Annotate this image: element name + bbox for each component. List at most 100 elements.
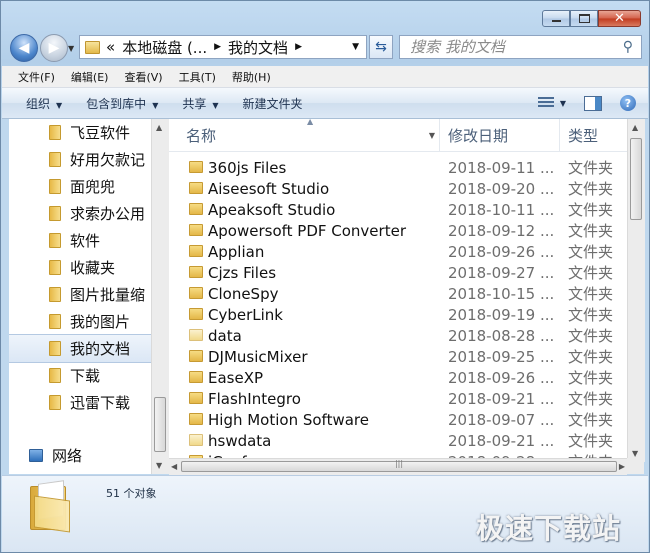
breadcrumb-local-disk[interactable]: 本地磁盘 (... bbox=[122, 37, 207, 58]
column-header-date[interactable]: 修改日期 bbox=[440, 119, 560, 151]
column-header-type[interactable]: 类型 bbox=[560, 119, 627, 151]
nav-item-software[interactable]: 软件 bbox=[9, 227, 151, 254]
new-folder-label: 新建文件夹 bbox=[242, 96, 303, 111]
nav-item-miandoudou[interactable]: 面兜兜 bbox=[9, 173, 151, 200]
share-button[interactable]: 共享 ▼ bbox=[170, 95, 230, 112]
nav-item-haoyong[interactable]: 好用欠款记 bbox=[9, 146, 151, 173]
scroll-left-icon[interactable]: ◀ bbox=[171, 462, 177, 471]
scroll-down-icon[interactable]: ▼ bbox=[156, 461, 162, 470]
forward-button[interactable]: ▶ bbox=[40, 34, 68, 62]
table-row[interactable]: Aiseesoft Studio 2018-09-20 ... 文件夹 bbox=[169, 178, 627, 199]
new-folder-button[interactable]: 新建文件夹 bbox=[231, 95, 315, 112]
organize-button[interactable]: 组织 ▼ bbox=[2, 95, 74, 112]
folder-icon bbox=[85, 40, 100, 54]
folder-icon bbox=[189, 392, 203, 404]
nav-item-image-resize[interactable]: 图片批量缩 bbox=[9, 281, 151, 308]
address-bar[interactable]: « 本地磁盘 (... ▶ 我的文档 ▶ ▼ bbox=[79, 35, 367, 59]
nav-item-xunlei[interactable]: 迅雷下载 bbox=[9, 389, 151, 416]
nav-item-label: 我的文档 bbox=[70, 340, 131, 358]
scroll-right-icon[interactable]: ▶ bbox=[619, 462, 625, 471]
include-in-library-button[interactable]: 包含到库中 ▼ bbox=[74, 95, 170, 112]
menu-help[interactable]: 帮助(H) bbox=[224, 69, 279, 85]
scroll-thumb[interactable] bbox=[154, 397, 166, 452]
menu-tools[interactable]: 工具(T) bbox=[171, 69, 224, 85]
address-overflow[interactable]: « bbox=[106, 38, 115, 56]
file-list-vertical-scrollbar[interactable]: ▲ ▼ bbox=[627, 119, 645, 462]
file-type: 文件夹 bbox=[568, 411, 614, 429]
nav-item-downloads[interactable]: 下载 bbox=[9, 362, 151, 389]
file-list-horizontal-scrollbar[interactable]: ◀ ▶ bbox=[169, 458, 627, 475]
scrollbar-corner bbox=[627, 458, 644, 474]
table-row[interactable]: Applian 2018-09-26 ... 文件夹 bbox=[169, 241, 627, 262]
close-button[interactable]: ✕ bbox=[598, 10, 641, 27]
table-row[interactable]: 360js Files 2018-09-11 ... 文件夹 bbox=[169, 157, 627, 178]
search-input[interactable] bbox=[400, 37, 623, 57]
column-header-name[interactable]: 名称 ▼ bbox=[169, 119, 440, 151]
nav-item-qiusuo[interactable]: 求索办公用 bbox=[9, 200, 151, 227]
file-modified-date: 2018-08-28 ... bbox=[448, 326, 555, 345]
table-row[interactable]: Cjzs Files 2018-09-27 ... 文件夹 bbox=[169, 262, 627, 283]
favorites-folder-icon bbox=[49, 260, 61, 275]
navigation-scrollbar[interactable]: ▲ ▼ bbox=[151, 119, 169, 474]
back-button[interactable]: ◀ bbox=[10, 34, 38, 62]
table-row[interactable]: Apeaksoft Studio 2018-10-11 ... 文件夹 bbox=[169, 199, 627, 220]
scroll-up-icon[interactable]: ▲ bbox=[632, 123, 638, 132]
breadcrumb-my-documents[interactable]: 我的文档 bbox=[228, 37, 288, 58]
nav-item-my-documents[interactable]: 我的文档 bbox=[9, 334, 151, 363]
nav-item-label: 下载 bbox=[70, 367, 101, 385]
menu-file[interactable]: 文件(F) bbox=[2, 69, 63, 85]
preview-pane-icon[interactable] bbox=[584, 95, 602, 111]
view-options-dropdown-icon[interactable]: ▼ bbox=[560, 99, 566, 108]
column-header-label: 修改日期 bbox=[448, 126, 509, 145]
file-list: ▲ 名称 ▼ 修改日期 类型 360js Files 2018-09-11 ... 文… bbox=[169, 119, 627, 462]
table-row[interactable]: hswdata 2018-09-21 ... 文件夹 bbox=[169, 430, 627, 451]
scroll-thumb[interactable] bbox=[181, 461, 617, 472]
scroll-up-icon[interactable]: ▲ bbox=[156, 123, 162, 132]
folder-icon bbox=[189, 413, 203, 425]
nav-item-label: 求索办公用 bbox=[70, 205, 146, 223]
nav-item-favorites[interactable]: 收藏夹 bbox=[9, 254, 151, 281]
table-row[interactable]: DJMusicMixer 2018-09-25 ... 文件夹 bbox=[169, 346, 627, 367]
nav-item-feidou[interactable]: 飞豆软件 bbox=[9, 119, 151, 146]
breadcrumb-separator-icon[interactable]: ▶ bbox=[214, 42, 221, 52]
file-name: CyberLink bbox=[208, 305, 283, 324]
pictures-folder-icon bbox=[49, 314, 61, 329]
help-icon[interactable]: ? bbox=[620, 95, 636, 111]
chevron-down-icon: ▼ bbox=[152, 100, 159, 110]
nav-item-label: 飞豆软件 bbox=[70, 124, 131, 142]
table-row[interactable]: FlashIntegro 2018-09-21 ... 文件夹 bbox=[169, 388, 627, 409]
folder-icon bbox=[189, 266, 203, 278]
close-icon: ✕ bbox=[614, 11, 625, 26]
folder-icon bbox=[189, 371, 203, 383]
nav-item-network[interactable]: 网络 bbox=[9, 442, 151, 469]
menu-view[interactable]: 查看(V) bbox=[116, 69, 170, 85]
file-modified-date: 2018-09-12 ... bbox=[448, 221, 555, 240]
file-modified-date: 2018-09-25 ... bbox=[448, 347, 555, 366]
table-row[interactable]: CyberLink 2018-09-19 ... 文件夹 bbox=[169, 304, 627, 325]
folder-icon bbox=[189, 224, 203, 236]
table-row[interactable]: data 2018-08-28 ... 文件夹 bbox=[169, 325, 627, 346]
search-icon[interactable]: ⚲ bbox=[623, 39, 633, 55]
menu-edit[interactable]: 编辑(E) bbox=[63, 69, 117, 85]
table-row[interactable]: CloneSpy 2018-10-15 ... 文件夹 bbox=[169, 283, 627, 304]
search-box[interactable]: ⚲ bbox=[399, 35, 642, 59]
recent-pages-dropdown[interactable]: ▼ bbox=[68, 44, 74, 53]
view-options-icon[interactable] bbox=[537, 97, 554, 109]
minimize-button[interactable] bbox=[542, 10, 570, 27]
back-arrow-icon: ◀ bbox=[18, 40, 30, 56]
refresh-button[interactable]: ⇆ bbox=[369, 35, 393, 59]
column-filter-dropdown-icon[interactable]: ▼ bbox=[429, 131, 435, 140]
table-row[interactable]: Apowersoft PDF Converter 2018-09-12 ... 文件… bbox=[169, 220, 627, 241]
nav-item-my-pictures[interactable]: 我的图片 bbox=[9, 308, 151, 335]
folder-icon bbox=[49, 206, 61, 221]
file-name: Apeaksoft Studio bbox=[208, 200, 336, 219]
file-type: 文件夹 bbox=[568, 369, 614, 387]
scroll-thumb[interactable] bbox=[630, 138, 642, 220]
file-modified-date: 2018-10-11 ... bbox=[448, 200, 555, 219]
table-row[interactable]: High Motion Software 2018-09-07 ... 文件夹 bbox=[169, 409, 627, 430]
address-history-dropdown[interactable]: ▼ bbox=[352, 42, 359, 52]
scroll-down-icon[interactable]: ▼ bbox=[632, 449, 638, 458]
table-row[interactable]: EaseXP 2018-09-26 ... 文件夹 bbox=[169, 367, 627, 388]
maximize-button[interactable] bbox=[570, 10, 598, 27]
breadcrumb-separator-icon[interactable]: ▶ bbox=[295, 42, 302, 52]
